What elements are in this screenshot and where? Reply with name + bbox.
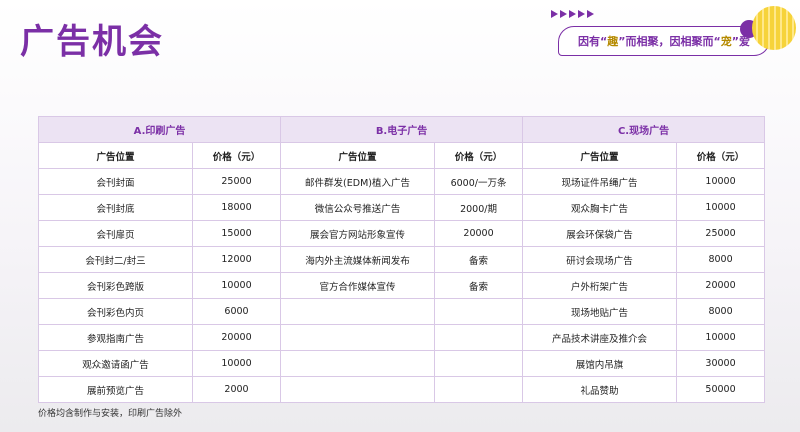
table-header-row: 广告位置 价格（元） 广告位置 价格（元） 广告位置 价格（元） bbox=[38, 142, 766, 169]
ad-position-cell bbox=[280, 376, 436, 403]
slogan-highlight: 宠 bbox=[720, 35, 732, 48]
arrow-icon bbox=[587, 10, 594, 18]
arrow-icon bbox=[551, 10, 558, 18]
arrow-icon bbox=[569, 10, 576, 18]
arrow-decoration bbox=[551, 10, 594, 18]
ad-position-cell bbox=[280, 350, 436, 377]
ad-position-cell: 观众邀请函广告 bbox=[38, 350, 193, 377]
slogan-box: 因有“ 趣 ”而相聚，因相聚而“ 宠 ”爱 bbox=[558, 26, 770, 56]
arrow-icon bbox=[560, 10, 567, 18]
ad-price-cell: 备索 bbox=[434, 246, 524, 273]
table-row: 会刊封面 25000 邮件群发(EDM)植入广告 6000/一万条 现场证件吊绳广告 10… bbox=[38, 168, 766, 195]
ad-position-cell: 参观指南广告 bbox=[38, 324, 193, 351]
ad-price-cell: 10000 bbox=[191, 272, 282, 299]
table-row: 展前预览广告 2000 礼品赞助 50000 bbox=[38, 376, 766, 403]
table-row: 会刊彩色内页 6000 现场地贴广告 8000 bbox=[38, 298, 766, 325]
ad-position-cell: 研讨会现场广告 bbox=[522, 246, 678, 273]
ad-price-cell: 6000 bbox=[191, 298, 282, 325]
table-row: 参观指南广告 20000 产品技术讲座及推介会 10000 bbox=[38, 324, 766, 351]
column-header: 价格（元） bbox=[676, 142, 766, 169]
column-header: 价格（元） bbox=[191, 142, 282, 169]
ad-position-cell: 会刊封面 bbox=[38, 168, 193, 195]
ad-price-cell: 10000 bbox=[676, 324, 766, 351]
ad-price-cell: 25000 bbox=[676, 220, 766, 247]
ad-price-cell: 20000 bbox=[434, 220, 524, 247]
ad-price-cell: 15000 bbox=[191, 220, 282, 247]
ad-price-cell: 18000 bbox=[191, 194, 282, 221]
group-header-electronic: B.电子广告 bbox=[280, 116, 524, 143]
ad-price-cell: 25000 bbox=[191, 168, 282, 195]
ad-position-cell bbox=[280, 298, 436, 325]
ad-position-cell: 会刊扉页 bbox=[38, 220, 193, 247]
table-body: 会刊封面 25000 邮件群发(EDM)植入广告 6000/一万条 现场证件吊绳广告 10… bbox=[38, 168, 766, 403]
table-row: 会刊封底 18000 微信公众号推送广告 2000/期 观众胸卡广告 10000 bbox=[38, 194, 766, 221]
arrow-icon bbox=[578, 10, 585, 18]
table-group-row: A.印刷广告 B.电子广告 C.现场广告 bbox=[37, 116, 766, 143]
ad-position-cell: 微信公众号推送广告 bbox=[280, 194, 436, 221]
table-row: 会刊扉页 15000 展会官方网站形象宣传 20000 展会环保袋广告 25000 bbox=[38, 220, 766, 247]
ad-position-cell: 官方合作媒体宣传 bbox=[280, 272, 436, 299]
slogan-text: ”而相聚，因相聚而“ bbox=[618, 35, 721, 48]
page-title: 广告机会 bbox=[20, 22, 164, 62]
table-row: 会刊彩色跨版 10000 官方合作媒体宣传 备索 户外桁架广告 20000 bbox=[38, 272, 766, 299]
ad-position-cell: 海内外主流媒体新闻发布 bbox=[280, 246, 436, 273]
ad-position-cell: 邮件群发(EDM)植入广告 bbox=[280, 168, 436, 195]
ad-price-cell: 2000 bbox=[191, 376, 282, 403]
table-row: 观众邀请函广告 10000 展馆内吊旗 30000 bbox=[38, 350, 766, 377]
ad-price-cell: 10000 bbox=[676, 168, 766, 195]
ad-price-cell bbox=[434, 298, 524, 325]
ad-price-cell: 12000 bbox=[191, 246, 282, 273]
ad-position-cell: 现场证件吊绳广告 bbox=[522, 168, 678, 195]
ad-position-cell: 展馆内吊旗 bbox=[522, 350, 678, 377]
ad-price-cell: 20000 bbox=[191, 324, 282, 351]
ad-position-cell: 会刊彩色跨版 bbox=[38, 272, 193, 299]
ad-position-cell: 礼品赞助 bbox=[522, 376, 678, 403]
ad-position-cell: 户外桁架广告 bbox=[522, 272, 678, 299]
ad-price-cell: 20000 bbox=[676, 272, 766, 299]
group-header-print: A.印刷广告 bbox=[37, 116, 282, 143]
ad-price-cell: 8000 bbox=[676, 246, 766, 273]
ad-price-cell: 备索 bbox=[434, 272, 524, 299]
ad-position-cell: 展会环保袋广告 bbox=[522, 220, 678, 247]
column-header: 广告位置 bbox=[522, 142, 678, 169]
table-row: 会刊封二/封三 12000 海内外主流媒体新闻发布 备索 研讨会现场广告 8000 bbox=[38, 246, 766, 273]
ad-price-cell: 6000/一万条 bbox=[434, 168, 524, 195]
slogan-text: 因有“ bbox=[578, 35, 608, 48]
circle-decoration bbox=[752, 6, 796, 50]
ad-position-cell: 展会官方网站形象宣传 bbox=[280, 220, 436, 247]
ad-position-cell: 会刊封底 bbox=[38, 194, 193, 221]
column-header: 价格（元） bbox=[434, 142, 524, 169]
ad-position-cell: 产品技术讲座及推介会 bbox=[522, 324, 678, 351]
ad-position-cell: 会刊彩色内页 bbox=[38, 298, 193, 325]
ad-position-cell bbox=[280, 324, 436, 351]
slogan-highlight: 趣 bbox=[607, 35, 619, 48]
ad-price-cell bbox=[434, 376, 524, 403]
column-header: 广告位置 bbox=[38, 142, 193, 169]
ad-position-cell: 展前预览广告 bbox=[38, 376, 193, 403]
ad-price-cell: 10000 bbox=[676, 194, 766, 221]
ad-price-cell: 50000 bbox=[676, 376, 766, 403]
column-header: 广告位置 bbox=[280, 142, 436, 169]
ad-price-cell: 10000 bbox=[191, 350, 282, 377]
ad-price-cell: 2000/期 bbox=[434, 194, 524, 221]
ad-price-cell bbox=[434, 324, 524, 351]
ad-position-cell: 会刊封二/封三 bbox=[38, 246, 193, 273]
ad-price-cell: 8000 bbox=[676, 298, 766, 325]
ad-price-table: A.印刷广告 B.电子广告 C.现场广告 广告位置 价格（元） 广告位置 价格（… bbox=[37, 116, 766, 403]
ad-position-cell: 观众胸卡广告 bbox=[522, 194, 678, 221]
ad-position-cell: 现场地贴广告 bbox=[522, 298, 678, 325]
ad-price-cell bbox=[434, 350, 524, 377]
group-header-onsite: C.现场广告 bbox=[522, 116, 766, 143]
ad-price-cell: 30000 bbox=[676, 350, 766, 377]
footnote: 价格均含制作与安装，印刷广告除外 bbox=[38, 409, 183, 419]
